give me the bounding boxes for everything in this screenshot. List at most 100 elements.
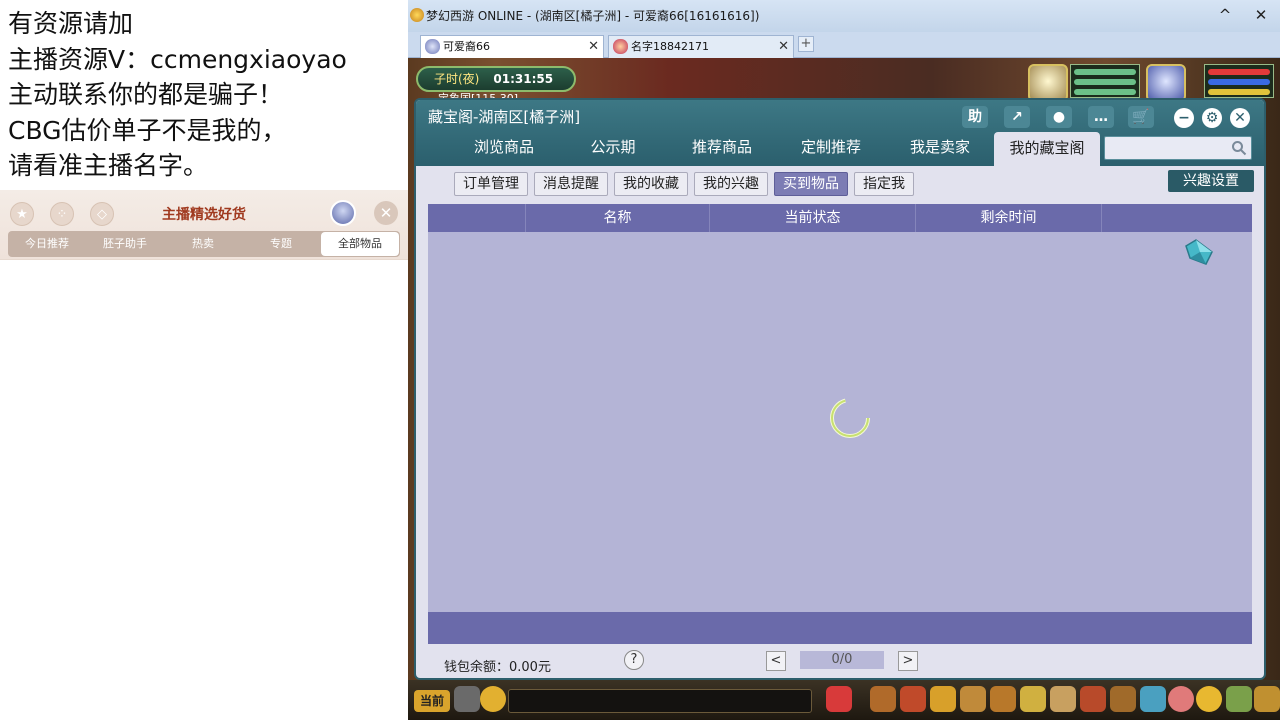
help-assistant-icon[interactable]: 助 <box>962 106 988 128</box>
team-icon[interactable] <box>990 686 1016 712</box>
pet-status-bars <box>1070 64 1140 98</box>
avatar[interactable] <box>330 200 356 226</box>
minimize-button[interactable]: ^ <box>1214 5 1236 25</box>
tab-bar: 可爱裔66 ✕ 名字18842171 ✕ + <box>408 32 1280 58</box>
table-header: 名称 当前状态 剩余时间 <box>428 204 1252 232</box>
dialog-title: 藏宝阁-湖南区[橘子洲] <box>428 108 581 126</box>
column-name[interactable]: 名称 <box>526 204 710 232</box>
settings-icon[interactable]: ⚙ <box>1202 108 1222 128</box>
cart-icon[interactable]: 🛒 <box>1128 106 1154 128</box>
mp-bar <box>1208 79 1270 85</box>
wallet-balance: 钱包余额：0.00元 <box>444 660 551 675</box>
column-remaining-time[interactable]: 剩余时间 <box>916 204 1102 232</box>
activity-icon[interactable] <box>1226 686 1252 712</box>
minimize-icon[interactable]: − <box>1174 108 1194 128</box>
tab-recommend[interactable]: 推荐商品 <box>668 133 776 161</box>
clock-time: 01:31:55 <box>493 72 554 86</box>
tab-browse[interactable]: 浏览商品 <box>450 133 558 161</box>
subtab-assigned[interactable]: 指定我 <box>854 172 914 196</box>
tab-label: 名字18842171 <box>631 40 709 53</box>
next-page-button[interactable]: > <box>898 651 918 671</box>
tab-custom[interactable]: 定制推荐 <box>776 133 886 161</box>
record-icon[interactable]: ● <box>1046 106 1072 128</box>
new-tab-button[interactable]: + <box>798 36 814 52</box>
main-nav: 浏览商品 公示期 推荐商品 定制推荐 我是卖家 我的藏宝阁 <box>416 132 1100 166</box>
shop-tab-all[interactable]: 全部物品 <box>321 232 399 256</box>
exp-bar <box>1074 89 1136 95</box>
search-input[interactable] <box>1104 136 1252 160</box>
column-icon <box>428 204 526 232</box>
stream-notes: 有资源请加 主播资源V：ccmengxiaoyao 主动联系你的都是骗子！ CB… <box>0 0 408 190</box>
subtab-favorites[interactable]: 我的收藏 <box>614 172 688 196</box>
anger-bar <box>1208 89 1270 95</box>
note-line: 主播资源V：ccmengxiaoyao <box>8 44 347 74</box>
emoji-icon[interactable] <box>480 686 506 712</box>
shop-tab-topic[interactable]: 专题 <box>242 231 320 257</box>
note-line: 主动联系你的都是骗子！ <box>8 80 284 109</box>
item-icon[interactable] <box>900 686 926 712</box>
loading-spinner-icon <box>830 398 870 438</box>
close-icon[interactable]: ✕ <box>1230 108 1250 128</box>
dialog-header: 藏宝阁-湖南区[橘子洲] 助 ↗ ● … 🛒 − ⚙ ✕ 浏览商品 公示期 推荐… <box>416 100 1264 166</box>
close-icon[interactable]: ✕ <box>374 201 398 225</box>
pet-portrait[interactable] <box>1028 64 1068 102</box>
subtab-purchased[interactable]: 买到物品 <box>774 172 848 196</box>
give-icon[interactable] <box>930 686 956 712</box>
character-icon <box>613 39 628 54</box>
tab-public[interactable]: 公示期 <box>558 133 668 161</box>
interest-settings-button[interactable]: 兴趣设置 <box>1168 170 1254 192</box>
share-icon[interactable]: ↗ <box>1004 106 1030 128</box>
tab-seller[interactable]: 我是卖家 <box>886 133 994 161</box>
menu-icon[interactable] <box>1254 686 1280 712</box>
subtab-interests[interactable]: 我的兴趣 <box>694 172 768 196</box>
tab-account-2[interactable]: 名字18842171 ✕ <box>608 35 794 58</box>
pet-icon[interactable] <box>1020 686 1046 712</box>
chat-icon[interactable]: … <box>1088 106 1114 128</box>
close-icon[interactable]: ✕ <box>778 36 789 57</box>
microphone-icon[interactable] <box>454 686 480 712</box>
subtab-messages[interactable]: 消息提醒 <box>534 172 608 196</box>
prev-page-button[interactable]: < <box>766 651 786 671</box>
trade-icon[interactable] <box>960 686 986 712</box>
star-icon[interactable]: ★ <box>10 202 34 226</box>
tab-account-1[interactable]: 可爱裔66 ✕ <box>420 35 604 58</box>
player-portrait[interactable] <box>1146 64 1186 102</box>
shop-tab-today[interactable]: 今日推荐 <box>8 231 86 257</box>
pet-menu-icon[interactable] <box>826 686 852 712</box>
game-window: 梦幻西游 ONLINE - (湖南区[橘子洲] - 可爱裔66[16161616… <box>408 0 1280 720</box>
chat-input[interactable] <box>508 689 812 713</box>
table-footer <box>428 612 1252 644</box>
column-status[interactable]: 当前状态 <box>710 204 916 232</box>
page-indicator: 0/0 <box>800 651 884 669</box>
mp-bar <box>1074 79 1136 85</box>
tab-my-cbg[interactable]: 我的藏宝阁 <box>994 132 1100 166</box>
app-logo-icon <box>410 8 424 22</box>
window-close-button[interactable]: ✕ <box>1250 5 1272 25</box>
items-table: 名称 当前状态 剩余时间 <box>428 204 1252 644</box>
note-line: 请看准主播名字。 <box>8 151 209 180</box>
close-icon[interactable]: ✕ <box>588 36 599 57</box>
shop-tab-hot[interactable]: 热卖 <box>164 231 242 257</box>
quest-icon[interactable] <box>1050 686 1076 712</box>
diamond-icon[interactable]: ◇ <box>90 202 114 226</box>
shop-header: ★ ⁘ ◇ 主播精选好货 ✕ 今日推荐 胚子助手 热卖 专题 全部物品 <box>0 190 408 260</box>
shop-tab-helper[interactable]: 胚子助手 <box>86 231 164 257</box>
friend-icon[interactable] <box>1140 686 1166 712</box>
cbg-dialog: 藏宝阁-湖南区[橘子洲] 助 ↗ ● … 🛒 − ⚙ ✕ 浏览商品 公示期 推荐… <box>414 98 1266 680</box>
subtab-orders[interactable]: 订单管理 <box>454 172 528 196</box>
clock-period: 子时(夜) <box>434 72 480 86</box>
gang-icon[interactable] <box>1080 686 1106 712</box>
help-button[interactable]: ? <box>624 650 644 670</box>
shop-tabs: 今日推荐 胚子助手 热卖 专题 全部物品 <box>8 231 400 257</box>
shop-widget: ★ ⁘ ◇ 主播精选好货 ✕ 今日推荐 胚子助手 热卖 专题 全部物品 <box>0 190 408 720</box>
mail-icon[interactable] <box>1168 686 1194 712</box>
game-clock: 子时(夜) 01:31:55 <box>416 66 576 92</box>
chat-channel-button[interactable]: 当前 <box>414 690 450 712</box>
player-status-bars <box>1204 64 1274 98</box>
attack-icon[interactable] <box>870 686 896 712</box>
search-icon[interactable] <box>1231 140 1247 156</box>
shop-title: 主播精选好货 <box>162 207 246 223</box>
system-icon[interactable] <box>1196 686 1222 712</box>
skill-icon[interactable] <box>1110 686 1136 712</box>
grid-icon[interactable]: ⁘ <box>50 202 74 226</box>
